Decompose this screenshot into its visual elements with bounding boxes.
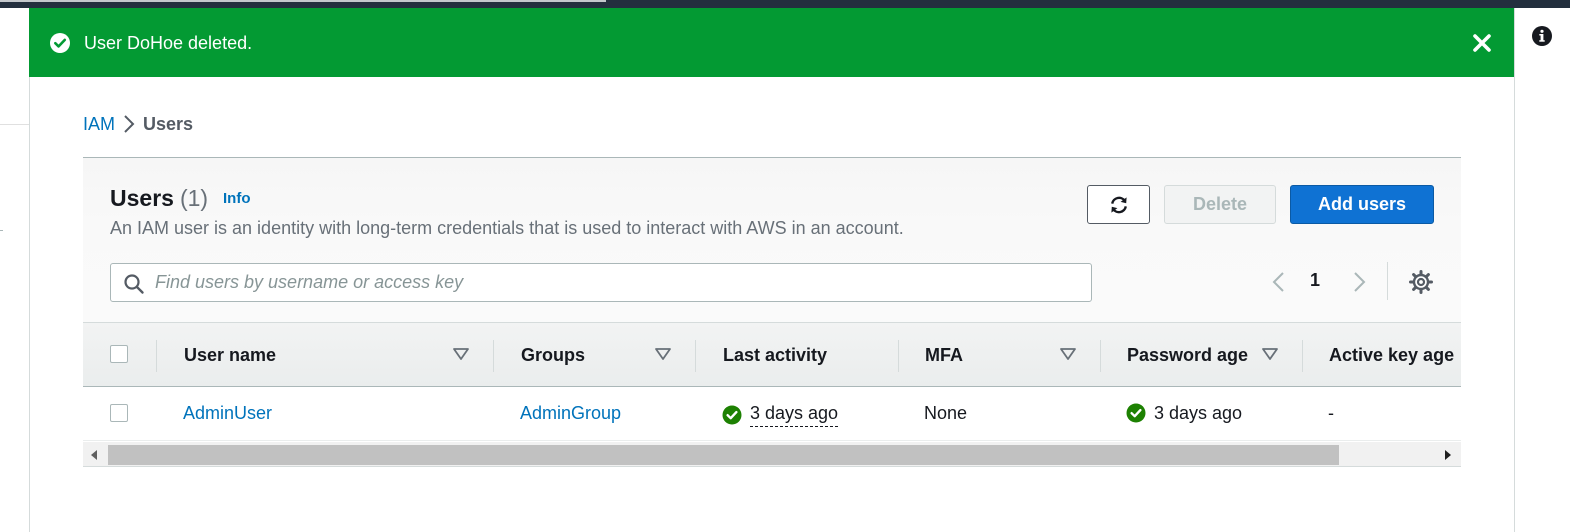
close-icon[interactable] [1471,32,1493,54]
breadcrumb-iam-link[interactable]: IAM [83,114,115,135]
success-status-icon [1126,403,1146,423]
scroll-right-arrow-icon[interactable] [1443,449,1453,461]
breadcrumb: IAM Users [83,112,193,136]
page-description: An IAM user is an identity with long-ter… [110,218,904,238]
breadcrumb-current: Users [143,113,194,134]
user-count: (1) [179,185,209,211]
add-users-button[interactable]: Add users [1290,185,1434,224]
scroll-left-arrow-icon[interactable] [89,449,99,461]
select-all-checkbox[interactable] [110,345,128,363]
success-status-icon [722,405,742,424]
flash-message: User DoHoe deleted. [84,33,253,53]
page-title: Users (1) [110,185,209,211]
delete-button[interactable]: Delete [1164,185,1276,224]
tools-panel-rail [1514,8,1570,532]
refresh-button[interactable] [1087,185,1150,224]
row-checkbox[interactable] [110,404,128,422]
page-number[interactable]: 1 [1310,270,1320,291]
table-header: Users (1) Info An IAM user is an identity… [83,158,1461,322]
scrollbar-thumb[interactable] [108,445,1339,465]
top-nav-bar [0,0,1570,8]
sort-down-icon[interactable] [1059,347,1077,361]
refresh-icon [1110,196,1127,213]
mfa-value: None [924,403,968,423]
chevron-right-icon [115,112,143,136]
last-activity-cell: 3 days ago [722,402,839,427]
check-circle-icon [50,33,70,53]
sort-down-icon[interactable] [654,347,672,361]
active-key-age-value: - [1328,403,1334,423]
column-header-password-age[interactable]: Password age [1127,323,1248,387]
user-name-link[interactable]: AdminUser [183,402,272,424]
search-input[interactable] [155,264,1075,301]
last-activity-value[interactable]: 3 days ago [750,402,839,427]
next-page-icon[interactable] [1347,269,1371,295]
column-header-user-name[interactable]: User name [184,323,276,387]
group-link[interactable]: AdminGroup [520,402,621,424]
column-header-groups[interactable]: Groups [521,323,585,387]
column-header-last-activity[interactable]: Last activity [723,323,827,387]
users-table-container: Users (1) Info An IAM user is an identity… [83,157,1461,468]
horizontal-scrollbar[interactable] [83,442,1461,467]
password-age-cell: 3 days ago [1126,402,1242,424]
sort-down-icon[interactable] [452,347,470,361]
previous-page-icon[interactable] [1267,269,1291,295]
table-column-headers: User name Groups Last activity MFA Passw… [83,322,1461,387]
search-icon [124,274,144,294]
column-header-active-key-age[interactable]: Active key age [1329,323,1454,387]
search-field [110,263,1092,302]
sort-down-icon[interactable] [1261,347,1279,361]
gear-icon[interactable] [1408,269,1434,295]
loading-bar [0,0,606,2]
table-row[interactable]: AdminUser AdminGroup 3 days ago None 3 d… [83,387,1461,441]
side-navigation-edge [0,8,29,532]
success-flashbar: User DoHoe deleted. [29,8,1514,77]
info-icon[interactable] [1531,25,1553,47]
password-age-value: 3 days ago [1154,403,1243,423]
info-link[interactable]: Info [223,190,251,207]
column-header-mfa[interactable]: MFA [925,323,963,387]
